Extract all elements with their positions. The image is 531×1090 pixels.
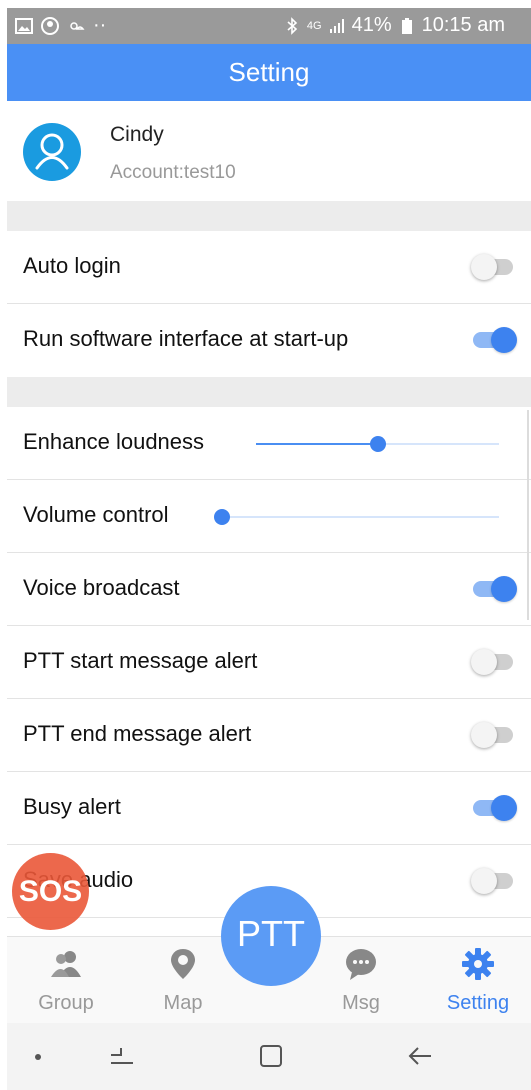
save-audio-toggle[interactable] — [471, 868, 517, 894]
auto-login-toggle[interactable] — [471, 254, 517, 280]
slider-fill — [256, 443, 378, 445]
home-icon[interactable] — [256, 1043, 286, 1069]
setting-label: Enhance loudness — [23, 429, 205, 454]
battery-percent: 41% — [351, 14, 392, 36]
section-divider — [7, 201, 531, 231]
setting-voice-broadcast: Voice broadcast — [7, 553, 531, 626]
section-divider — [7, 377, 531, 407]
setting-run-at-startup: Run software interface at start-up — [7, 304, 531, 377]
signal-icon — [329, 18, 344, 33]
nav-setting[interactable]: Setting — [433, 937, 523, 1024]
gear-icon — [462, 948, 494, 980]
profile-name: Cindy — [110, 123, 164, 146]
user-icon — [35, 133, 69, 170]
setting-volume-control: Volume control — [7, 480, 531, 553]
map-pin-icon — [171, 949, 195, 979]
setting-label: Auto login — [23, 253, 121, 278]
setting-label: PTT end message alert — [23, 721, 252, 746]
page-title: Setting — [228, 57, 310, 87]
profile-card[interactable]: Cindy Account:test10 — [7, 101, 531, 201]
gallery-icon — [15, 17, 33, 34]
setting-auto-login: Auto login — [7, 231, 531, 304]
voice-broadcast-toggle[interactable] — [471, 576, 517, 602]
volume-control-slider[interactable] — [214, 509, 499, 525]
enhance-loudness-slider[interactable] — [256, 436, 499, 452]
profile-account: Account:test10 — [110, 162, 236, 183]
setting-busy-alert: Busy alert — [7, 772, 531, 845]
sos-button[interactable]: SOS — [12, 853, 89, 930]
ptt-end-alert-toggle[interactable] — [471, 722, 517, 748]
nav-map[interactable]: Map — [138, 937, 228, 1024]
ptt-start-alert-toggle[interactable] — [471, 649, 517, 675]
status-left: ·· — [15, 14, 106, 37]
status-dots: ·· — [93, 14, 107, 36]
setting-label: Voice broadcast — [23, 575, 180, 600]
setting-ptt-end-alert: PTT end message alert — [7, 699, 531, 772]
bluetooth-icon — [287, 16, 298, 35]
back-icon[interactable] — [405, 1043, 435, 1069]
slider-thumb[interactable] — [369, 436, 386, 452]
scrollbar[interactable] — [527, 410, 529, 620]
nav-msg[interactable]: Msg — [316, 937, 406, 1024]
nav-label: Setting — [446, 992, 510, 1014]
recent-apps-icon[interactable] — [107, 1043, 137, 1069]
slider-thumb[interactable] — [214, 509, 230, 525]
nav-label: Group — [38, 992, 94, 1014]
avatar — [23, 123, 81, 181]
dot-indicator-icon — [35, 1054, 41, 1060]
setting-label: PTT start message alert — [23, 648, 258, 673]
setting-ptt-start-alert: PTT start message alert — [7, 626, 531, 699]
setting-label: Busy alert — [23, 794, 121, 819]
nav-label: Msg — [342, 992, 380, 1014]
setting-enhance-loudness: Enhance loudness — [7, 407, 531, 480]
nav-group[interactable]: Group — [21, 937, 111, 1024]
status-right: 4G 41% 10:15 am — [283, 14, 505, 37]
network-type: 4G — [306, 19, 322, 32]
battery-icon — [401, 17, 412, 34]
account-circle-icon — [41, 16, 59, 35]
ptt-button[interactable]: PTT — [221, 886, 321, 986]
setting-label: Volume control — [23, 502, 169, 527]
run-at-startup-toggle[interactable] — [471, 327, 517, 353]
group-icon — [51, 951, 81, 977]
nav-label: Map — [163, 992, 203, 1014]
busy-alert-toggle[interactable] — [471, 795, 517, 821]
chat-icon — [346, 949, 376, 980]
weather-icon — [70, 21, 85, 30]
status-bar: ·· 4G 41% 10:15 am — [7, 8, 531, 44]
system-nav-bar — [7, 1023, 531, 1090]
app-header: Setting — [7, 44, 531, 101]
top-edge — [0, 0, 531, 8]
setting-label: Run software interface at start-up — [23, 326, 349, 351]
status-time: 10:15 am — [421, 14, 505, 36]
